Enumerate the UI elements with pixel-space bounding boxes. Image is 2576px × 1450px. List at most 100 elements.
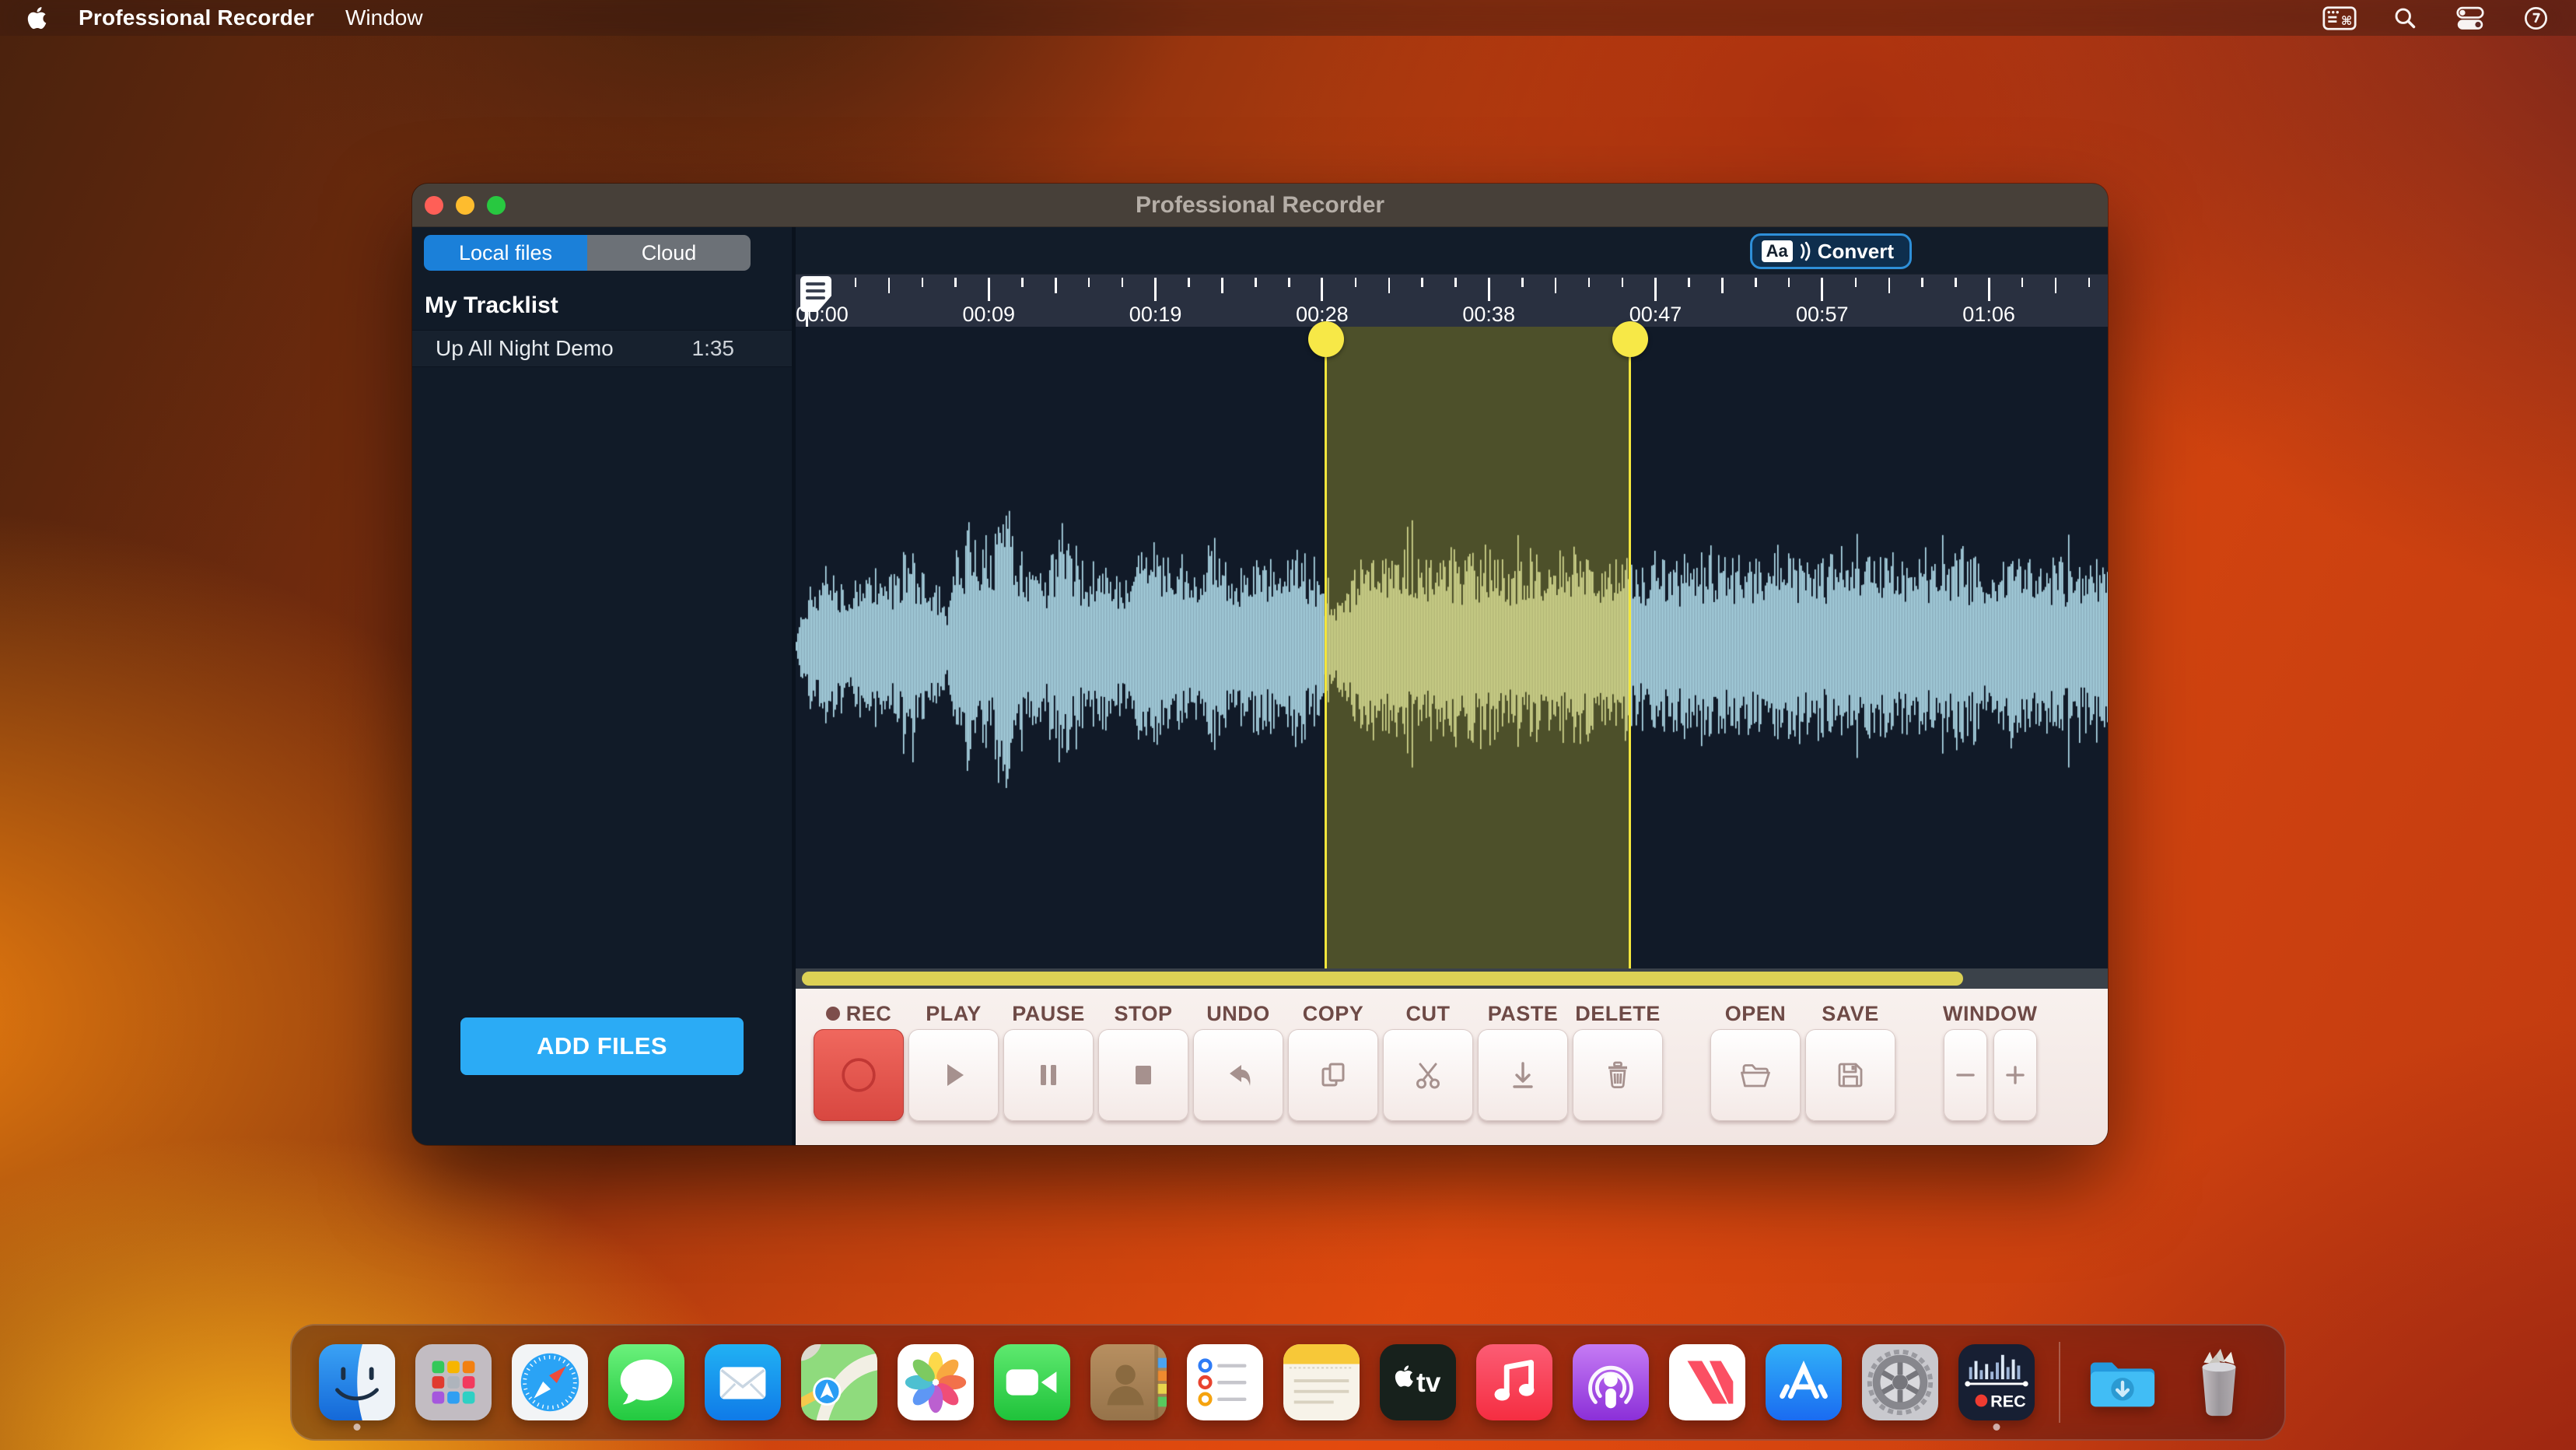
horizontal-scrollbar[interactable]: [796, 968, 2108, 989]
clock-icon[interactable]: [2522, 5, 2550, 32]
ruler-time-label: 00:57: [1796, 303, 1849, 327]
pause-button[interactable]: [1003, 1029, 1094, 1121]
toolbar: RECPLAYPAUSESTOPUNDOCOPYCUTPASTEDELETEOP…: [796, 989, 2108, 1145]
ruler-minor-tick: [1221, 278, 1223, 293]
dock-music-icon[interactable]: [1476, 1344, 1552, 1420]
ruler-minor-tick: [1755, 278, 1757, 287]
menubar-item-window[interactable]: Window: [345, 5, 423, 30]
dock-facetime-icon[interactable]: [994, 1344, 1070, 1420]
toolbar-group-cut: CUT: [1383, 998, 1473, 1121]
dock-trash-icon[interactable]: [2181, 1344, 2257, 1420]
ruler-minor-tick: [1421, 278, 1423, 287]
selection-start-line: [1325, 327, 1327, 968]
paste-button[interactable]: [1478, 1029, 1568, 1121]
add-files-button[interactable]: ADD FILES: [460, 1017, 744, 1075]
ruler-minor-tick: [1921, 278, 1923, 287]
apple-menu-icon[interactable]: [26, 5, 47, 30]
ruler-minor-tick: [1454, 278, 1457, 287]
ruler-minor-tick: [1555, 278, 1557, 293]
selection-end-line: [1629, 327, 1631, 968]
toolbar-label-copy: COPY: [1303, 998, 1364, 1029]
titlebar[interactable]: Professional Recorder: [412, 184, 2108, 227]
dock-podcasts-icon[interactable]: [1573, 1344, 1649, 1420]
app-window: Professional Recorder Local files Cloud …: [412, 184, 2108, 1145]
ruler-minor-tick: [1255, 278, 1257, 287]
tab-cloud[interactable]: Cloud: [587, 235, 751, 271]
save-button[interactable]: [1805, 1029, 1895, 1121]
ruler-major-tick: [1988, 278, 1990, 301]
toolbar-label-delete: DELETE: [1575, 998, 1661, 1029]
toolbar-group-stop: STOP: [1098, 998, 1188, 1121]
selection-end-handle[interactable]: [1612, 321, 1648, 357]
minus-button[interactable]: [1944, 1029, 1987, 1121]
ruler-minor-tick: [1788, 278, 1790, 287]
ruler-major-tick: [1154, 278, 1157, 301]
input-switcher-icon[interactable]: ⌘: [2322, 5, 2357, 31]
toolbar-group-open: OPEN: [1710, 998, 1801, 1121]
svg-text:tv: tv: [1416, 1368, 1441, 1398]
stop-button[interactable]: [1098, 1029, 1188, 1121]
ruler-major-tick: [1321, 278, 1323, 301]
control-center-icon[interactable]: [2454, 5, 2487, 32]
toolbar-group-save: SAVE: [1805, 998, 1895, 1121]
dock-photos-icon[interactable]: [898, 1344, 974, 1420]
toolbar-label-undo: UNDO: [1206, 998, 1270, 1029]
play-button[interactable]: [908, 1029, 999, 1121]
running-indicator: [354, 1424, 361, 1431]
dock-maps-icon[interactable]: [801, 1344, 877, 1420]
waveform-canvas[interactable]: [796, 327, 2108, 969]
toolbar-group-rec: REC: [814, 998, 904, 1121]
plus-button[interactable]: [1993, 1029, 2037, 1121]
scrollbar-thumb[interactable]: [802, 972, 1963, 986]
ruler-minor-tick: [1888, 278, 1891, 293]
dock-settings-icon[interactable]: [1862, 1344, 1938, 1420]
dock-contacts-icon[interactable]: [1090, 1344, 1167, 1420]
record-button[interactable]: [814, 1029, 904, 1121]
convert-aa-icon: Aa: [1762, 240, 1793, 261]
dock-tv-icon[interactable]: tv: [1380, 1344, 1456, 1420]
timeline-ruler[interactable]: 00:0000:0900:1900:2800:3800:4700:5701:06: [796, 274, 2108, 327]
toolbar-label-pause: PAUSE: [1012, 998, 1085, 1029]
delete-button[interactable]: [1573, 1029, 1663, 1121]
dock-safari-icon[interactable]: [512, 1344, 588, 1420]
svg-text:REC: REC: [1990, 1391, 2026, 1410]
waveform-area[interactable]: [796, 327, 2108, 968]
ruler-minor-tick: [1855, 278, 1857, 287]
dock-mail-icon[interactable]: [705, 1344, 781, 1420]
dock: tv REC: [290, 1324, 2286, 1441]
menubar-status-icons: ⌘: [2322, 5, 2550, 32]
cut-button[interactable]: [1383, 1029, 1473, 1121]
track-name: Up All Night Demo: [412, 336, 692, 361]
dock-downloads-icon[interactable]: [2084, 1344, 2161, 1420]
toolbar-label-open: OPEN: [1725, 998, 1787, 1029]
dock-prorec-icon[interactable]: REC: [1958, 1344, 2035, 1420]
spotlight-icon[interactable]: [2392, 5, 2418, 31]
menubar-app-name[interactable]: Professional Recorder: [79, 5, 314, 30]
open-button[interactable]: [1710, 1029, 1801, 1121]
tab-local-files[interactable]: Local files: [424, 235, 587, 271]
dock-messages-icon[interactable]: [608, 1344, 684, 1420]
tracklist-header: My Tracklist: [412, 271, 792, 330]
selection-start-handle[interactable]: [1308, 321, 1344, 357]
dock-news-icon[interactable]: [1669, 1344, 1745, 1420]
playhead-line: [806, 310, 808, 327]
dock-notes-icon[interactable]: [1283, 1344, 1360, 1420]
copy-button[interactable]: [1288, 1029, 1378, 1121]
window-title: Professional Recorder: [412, 192, 2108, 219]
ruler-major-tick: [1488, 278, 1490, 301]
desktop: Professional Recorder Window ⌘ Professio…: [0, 0, 2576, 1450]
dock-launchpad-icon[interactable]: [415, 1344, 492, 1420]
toolbar-label-save: SAVE: [1822, 998, 1879, 1029]
dock-appstore-icon[interactable]: [1766, 1344, 1842, 1420]
ruler-major-tick: [1821, 278, 1823, 301]
main-panel: Aa Convert 00:0000:0900:1900:2800:3800:4…: [796, 227, 2108, 1145]
undo-button[interactable]: [1193, 1029, 1283, 1121]
ruler-minor-tick: [2055, 278, 2057, 293]
ruler-minor-tick: [888, 278, 891, 293]
ruler-minor-tick: [2021, 278, 2024, 287]
track-row[interactable]: Up All Night Demo 1:35: [412, 330, 792, 367]
dock-finder-icon[interactable]: [319, 1344, 395, 1420]
toolbar-group-undo: UNDO: [1193, 998, 1283, 1121]
convert-button[interactable]: Aa Convert: [1750, 233, 1912, 269]
dock-reminders-icon[interactable]: [1187, 1344, 1263, 1420]
